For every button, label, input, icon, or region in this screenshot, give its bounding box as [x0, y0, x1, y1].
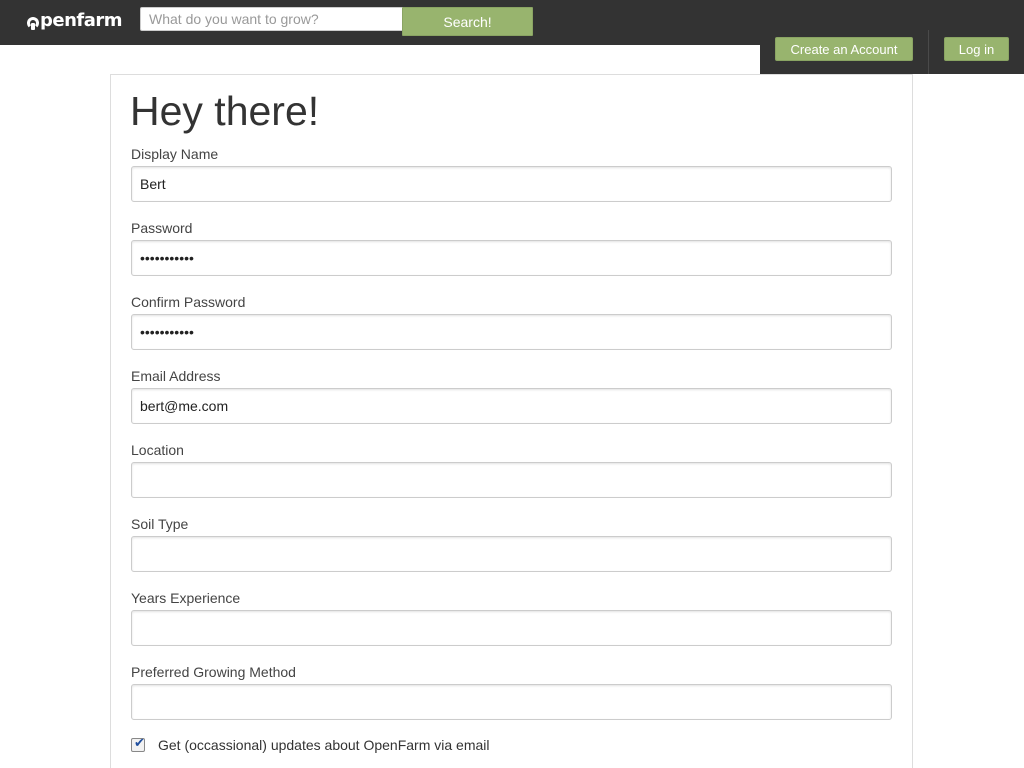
preferred-growing-method-field[interactable] — [131, 684, 892, 720]
years-experience-field[interactable] — [131, 610, 892, 646]
openfarm-logo[interactable]: penfarm — [27, 10, 123, 31]
page-title: Hey there! — [130, 88, 320, 134]
login-button[interactable]: Log in — [944, 37, 1009, 61]
password-field[interactable] — [131, 240, 892, 276]
create-account-button[interactable]: Create an Account — [775, 37, 913, 61]
email-address-field[interactable] — [131, 388, 892, 424]
account-divider — [928, 30, 929, 74]
location-field[interactable] — [131, 462, 892, 498]
soil-type-label: Soil Type — [131, 516, 189, 532]
location-label: Location — [131, 442, 184, 458]
updates-checkbox[interactable]: ✔ — [131, 736, 145, 752]
logo-text: penfarm — [40, 10, 123, 31]
display-name-field[interactable] — [131, 166, 892, 202]
search-input[interactable] — [140, 7, 403, 31]
years-experience-label: Years Experience — [131, 590, 241, 606]
updates-checkbox-row: ✔ Get (occassional) updates about OpenFa… — [131, 736, 490, 753]
checkmark-icon: ✔ — [134, 736, 145, 751]
confirm-password-label: Confirm Password — [131, 294, 246, 310]
preferred-growing-method-label: Preferred Growing Method — [131, 664, 296, 680]
soil-type-field[interactable] — [131, 536, 892, 572]
updates-checkbox-label[interactable]: Get (occassional) updates about OpenFarm… — [158, 737, 490, 753]
password-label: Password — [131, 220, 193, 236]
openfarm-logo-icon — [27, 16, 39, 30]
email-address-label: Email Address — [131, 368, 221, 384]
search-button[interactable]: Search! — [402, 7, 533, 36]
confirm-password-field[interactable] — [131, 314, 892, 350]
display-name-label: Display Name — [131, 146, 219, 162]
